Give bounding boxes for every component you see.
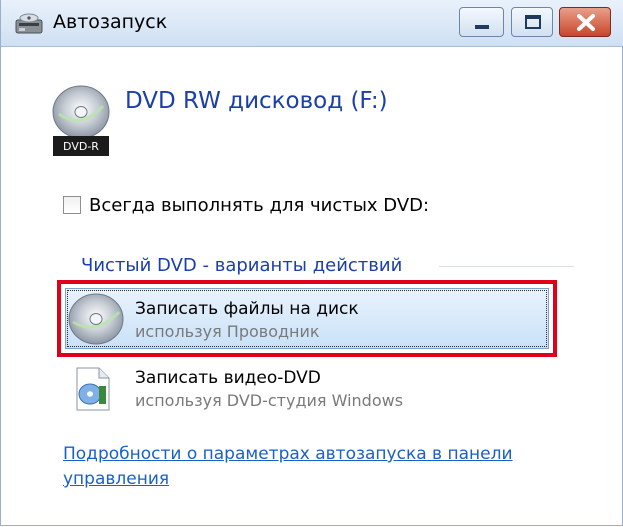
close-button[interactable] [559, 7, 611, 37]
highlight-annotation [57, 280, 557, 357]
device-title: DVD RW дисковод (F:) [125, 88, 388, 114]
option-video-dvd-title[interactable]: Записать видео-DVD [135, 368, 321, 388]
title-bar[interactable]: Автозапуск [1, 0, 623, 47]
dvd-drive-icon: DVD-R [52, 85, 110, 156]
autoplay-window: Автозапуск DVD-R DVD RW дисковод (F:) Вс… [0, 0, 623, 526]
maximize-button[interactable] [511, 7, 553, 37]
autoplay-settings-link[interactable]: Подробности о параметрах автозапуска в п… [63, 442, 583, 492]
minimize-button[interactable] [459, 7, 504, 37]
option-video-dvd-subtitle[interactable]: используя DVD-студия Windows [135, 391, 403, 410]
close-icon [577, 14, 595, 31]
maximize-icon [525, 15, 541, 29]
window-title: Автозапуск [53, 11, 168, 33]
autoplay-icon [15, 13, 43, 34]
section-divider [439, 266, 574, 267]
minimize-icon [475, 25, 489, 29]
always-checkbox[interactable] [63, 196, 81, 214]
dvd-studio-icon [76, 367, 110, 411]
always-checkbox-label[interactable]: Всегда выполнять для чистых DVD: [89, 195, 429, 216]
dvd-badge-text: DVD-R [63, 140, 99, 153]
section-heading: Чистый DVD - варианты действий [81, 255, 403, 276]
